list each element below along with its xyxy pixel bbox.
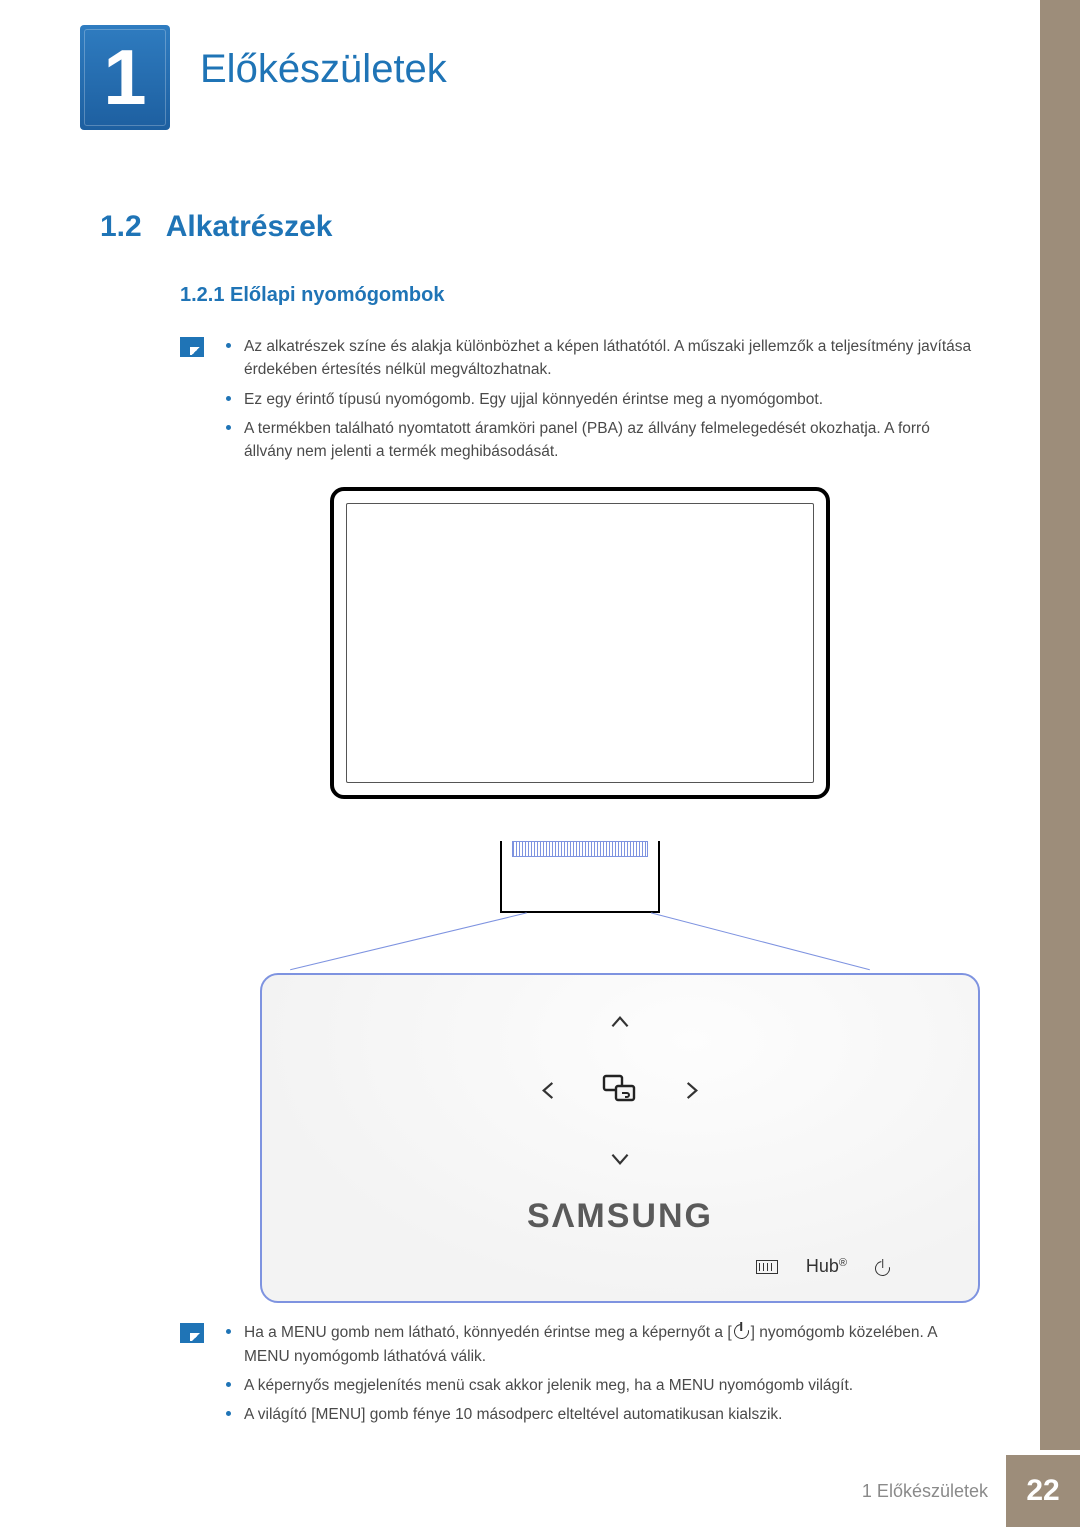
hub-label: Hub® (806, 1256, 847, 1277)
arrow-up-icon (607, 1009, 633, 1042)
source-swap-icon (602, 1074, 638, 1114)
callout-lines (260, 907, 900, 981)
power-icon (875, 1261, 890, 1276)
keyboard-icon (756, 1260, 778, 1274)
arrow-down-icon (607, 1146, 633, 1179)
button-strip-highlight (512, 841, 648, 857)
section-heading: 1.2 Alkatrészek (100, 210, 980, 244)
monitor-stand (500, 841, 660, 913)
note-item: A világító [MENU] gomb fénye 10 másodper… (222, 1403, 980, 1426)
monitor-screen (346, 503, 814, 783)
arrow-right-icon (679, 1078, 705, 1111)
footer-page-number: 22 (1006, 1455, 1080, 1527)
note-icon (180, 1323, 204, 1343)
power-icon (734, 1324, 749, 1339)
chapter-number-box: 1 (80, 25, 170, 130)
note-icon (180, 337, 204, 357)
note-block-bottom: Ha a MENU gomb nem látható, könnyedén ér… (180, 1321, 980, 1432)
note-item: Az alkatrészek színe és alakja különbözh… (222, 335, 980, 382)
brand-logo: SΛMSUNG (290, 1197, 950, 1236)
footer-chapter-label: 1 Előkészületek (844, 1455, 1006, 1527)
chapter-header: 1 Előkészületek (0, 0, 1080, 130)
dpad-cluster (535, 1009, 705, 1179)
subsection-heading: 1.2.1 Előlapi nyomógombok (180, 284, 980, 307)
note-item: Ez egy érintő típusú nyomógomb. Egy ujja… (222, 388, 980, 411)
monitor-outline (330, 487, 830, 799)
note-item: A képernyős megjelenítés menü csak akkor… (222, 1374, 980, 1397)
monitor-figure: SΛMSUNG Hub® (260, 487, 900, 1303)
page-footer: 1 Előkészületek 22 (0, 1455, 1080, 1527)
chapter-title: Előkészületek (200, 47, 447, 92)
note-item: Ha a MENU gomb nem látható, könnyedén ér… (222, 1321, 980, 1368)
panel-bottom-icons: Hub® (290, 1256, 950, 1277)
note-item: A termékben található nyomtatott áramkör… (222, 417, 980, 464)
section-number: 1.2 (100, 210, 142, 244)
note-block-top: Az alkatrészek színe és alakja különbözh… (180, 335, 980, 469)
arrow-left-icon (535, 1078, 561, 1111)
section-title: Alkatrészek (166, 210, 333, 244)
control-panel: SΛMSUNG Hub® (260, 973, 980, 1303)
side-accent-bar (1040, 0, 1080, 1450)
